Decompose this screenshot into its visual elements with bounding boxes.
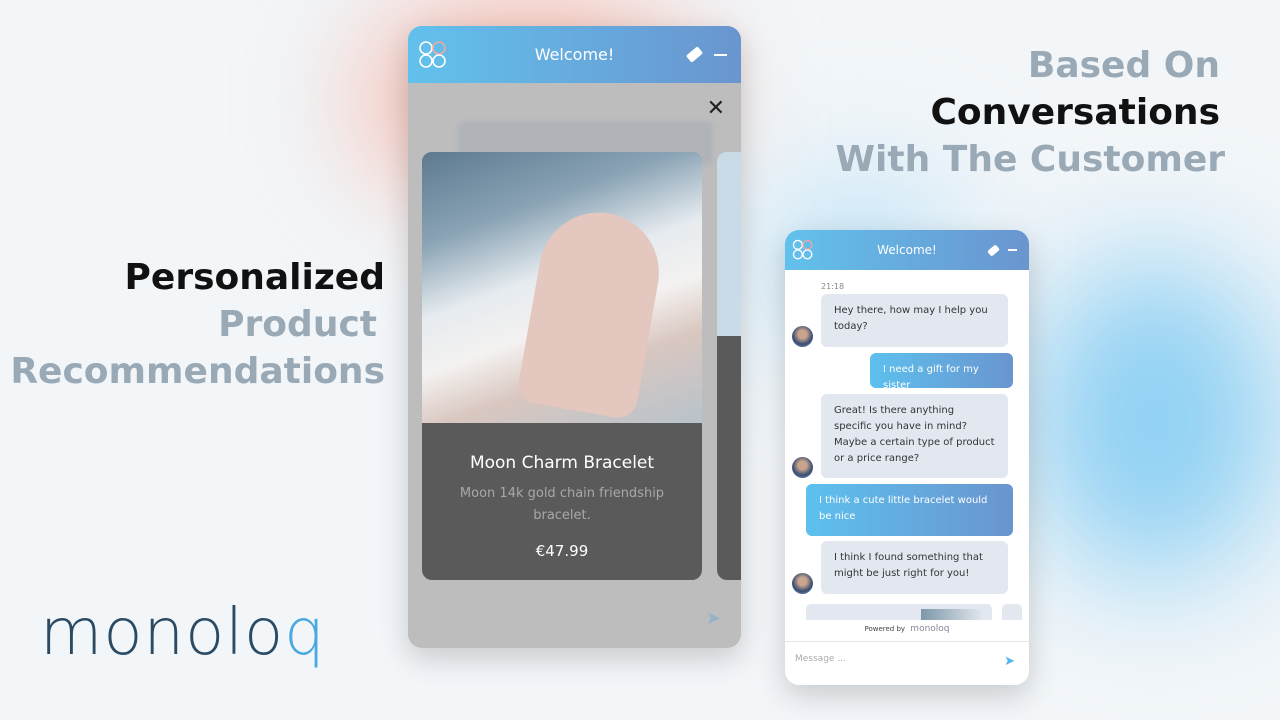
next-card-preview[interactable]: [1002, 604, 1022, 620]
chat-widget-small: Welcome! 21:18 Hey there, how may I help…: [785, 230, 1029, 685]
user-message: I need a gift for my sister: [870, 353, 1013, 391]
hand-shape: [515, 203, 669, 421]
heading-line: Based On: [1027, 45, 1220, 86]
chat-header: Welcome!: [785, 230, 1029, 270]
logo-text: monolo: [40, 596, 285, 670]
heading-line: With The Customer: [835, 139, 1225, 180]
product-image: [422, 152, 702, 423]
user-message: I think a cute little bracelet would be …: [806, 484, 1013, 536]
avatar: [792, 573, 813, 594]
send-icon: ➤: [705, 608, 721, 629]
send-icon[interactable]: ➤: [1004, 654, 1015, 669]
product-thumb: [921, 609, 981, 620]
product-name: Moon Charm Bracelet: [469, 453, 655, 473]
product-price: €47.99: [535, 542, 589, 560]
close-icon[interactable]: ✕: [707, 96, 725, 121]
heading-line: Conversations: [930, 92, 1220, 133]
bot-message: Hey there, how may I help you today?: [821, 294, 1008, 347]
bot-message: I think I found something that might be …: [821, 541, 1008, 594]
divider: [785, 641, 1029, 642]
powered-by: Powered by monoloq: [785, 624, 1029, 634]
powered-by-label: Powered by: [864, 625, 906, 633]
minimize-icon[interactable]: [1008, 249, 1017, 251]
product-card[interactable]: Moon Charm Bracelet Moon 14k gold chain …: [422, 152, 702, 580]
chat-header: Welcome!: [408, 26, 741, 83]
chat-widget-large: Welcome! ✕ Moon Charm Bracelet Moon 14k …: [408, 26, 741, 648]
avatar: [792, 326, 813, 347]
next-product-card[interactable]: [717, 152, 741, 580]
right-heading: Based On Conversations With The Customer: [835, 42, 1225, 183]
heading-line: Product: [218, 304, 377, 345]
avatar: [792, 457, 813, 478]
brand-logo: monoloq: [40, 596, 326, 670]
left-heading: Personalized Product Recommendations: [10, 254, 385, 395]
heading-line: Personalized: [124, 257, 385, 298]
product-card-preview[interactable]: [806, 604, 992, 620]
logo-accent: q: [284, 596, 326, 670]
message-input[interactable]: Message ...: [795, 654, 985, 664]
heading-line: Recommendations: [10, 351, 385, 392]
minimize-icon[interactable]: [714, 53, 727, 56]
message-time: 21:18: [821, 282, 845, 291]
product-description: Moon 14k gold chain friendship bracelet.: [459, 486, 665, 523]
powered-brand: monoloq: [910, 624, 950, 634]
bot-message: Great! Is there anything specific you ha…: [821, 394, 1008, 478]
bg-blob-blue: [1030, 260, 1280, 580]
